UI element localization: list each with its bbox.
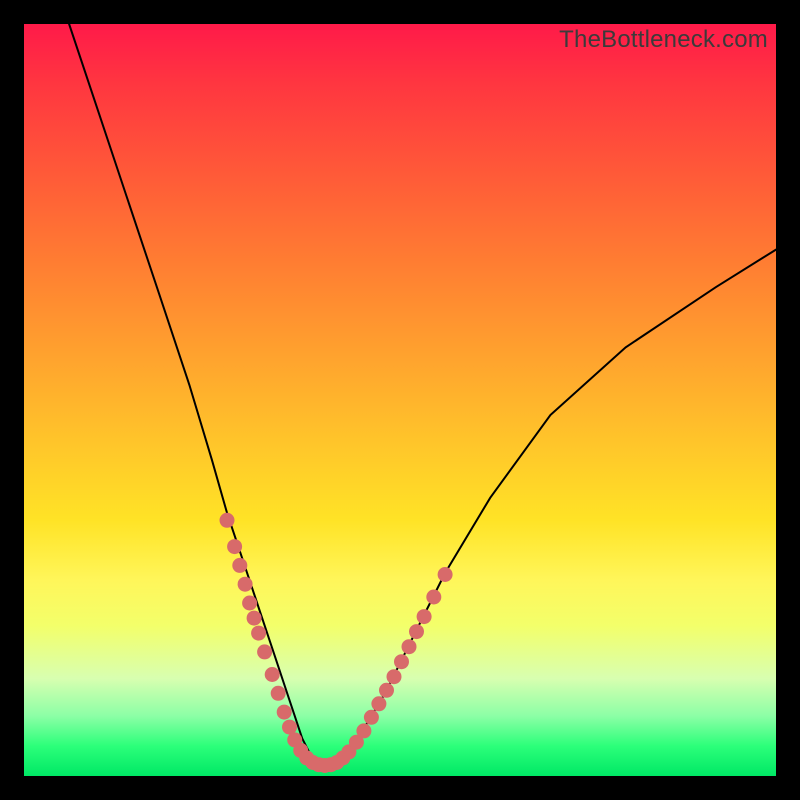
marker-dot bbox=[402, 639, 417, 654]
marker-dot bbox=[426, 590, 441, 605]
marker-dot bbox=[364, 710, 379, 725]
curve-svg bbox=[24, 24, 776, 776]
marker-dot bbox=[417, 609, 432, 624]
marker-dot bbox=[277, 705, 292, 720]
marker-dot bbox=[247, 611, 262, 626]
marker-dot bbox=[227, 539, 242, 554]
marker-dot bbox=[220, 513, 235, 528]
marker-dot bbox=[438, 567, 453, 582]
marker-dot bbox=[271, 686, 286, 701]
marker-dot bbox=[265, 667, 280, 682]
marker-dot bbox=[232, 558, 247, 573]
plot-area: TheBottleneck.com bbox=[24, 24, 776, 776]
marker-dots bbox=[220, 513, 453, 773]
marker-dot bbox=[409, 624, 424, 639]
marker-dot bbox=[257, 644, 272, 659]
bottleneck-curve bbox=[69, 24, 776, 765]
marker-dot bbox=[242, 596, 257, 611]
marker-dot bbox=[251, 626, 266, 641]
marker-dot bbox=[282, 720, 297, 735]
marker-dot bbox=[371, 696, 386, 711]
marker-dot bbox=[379, 683, 394, 698]
marker-dot bbox=[394, 654, 409, 669]
marker-dot bbox=[238, 577, 253, 592]
marker-dot bbox=[387, 669, 402, 684]
chart-frame: TheBottleneck.com bbox=[24, 24, 776, 776]
marker-dot bbox=[356, 723, 371, 738]
